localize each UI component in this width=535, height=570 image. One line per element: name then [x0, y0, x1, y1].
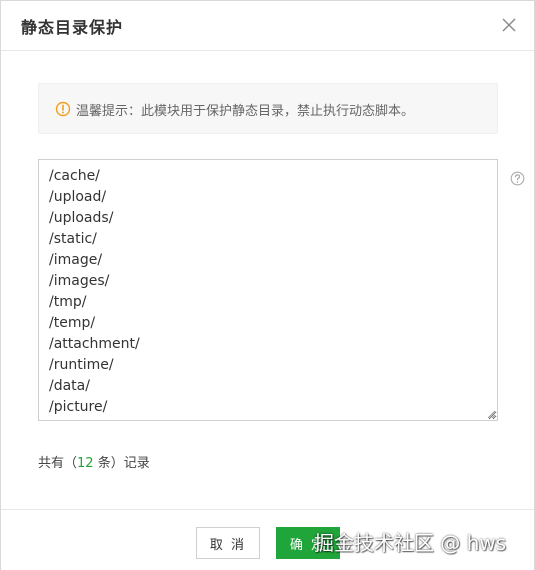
record-count-prefix: 共有（ — [38, 456, 78, 471]
question-circle-icon[interactable] — [510, 171, 525, 186]
warning-circle-icon — [55, 101, 71, 117]
record-count-suffix: 条）记录 — [93, 456, 150, 471]
record-count-number: 12 — [77, 456, 94, 471]
confirm-button[interactable]: 确 定 — [276, 527, 340, 559]
directory-list-textarea[interactable] — [38, 159, 498, 421]
record-count: 共有（12 条）记录 — [38, 452, 150, 471]
dialog-header: 静态目录保护 — [1, 1, 534, 51]
notice-banner: 温馨提示：此模块用于保护静态目录，禁止执行动态脚本。 — [38, 83, 498, 134]
static-dir-protect-dialog: 静态目录保护 温馨提示：此模块用于保护静态目录，禁止执行动态脚本。 共有（12 … — [0, 0, 535, 570]
close-icon[interactable] — [500, 16, 518, 34]
notice-text: 温馨提示：此模块用于保护静态目录，禁止执行动态脚本。 — [76, 104, 415, 119]
cancel-button[interactable]: 取 消 — [196, 527, 260, 559]
dialog-title: 静态目录保护 — [21, 18, 124, 37]
dialog-footer: 取 消 确 定 — [1, 509, 534, 570]
